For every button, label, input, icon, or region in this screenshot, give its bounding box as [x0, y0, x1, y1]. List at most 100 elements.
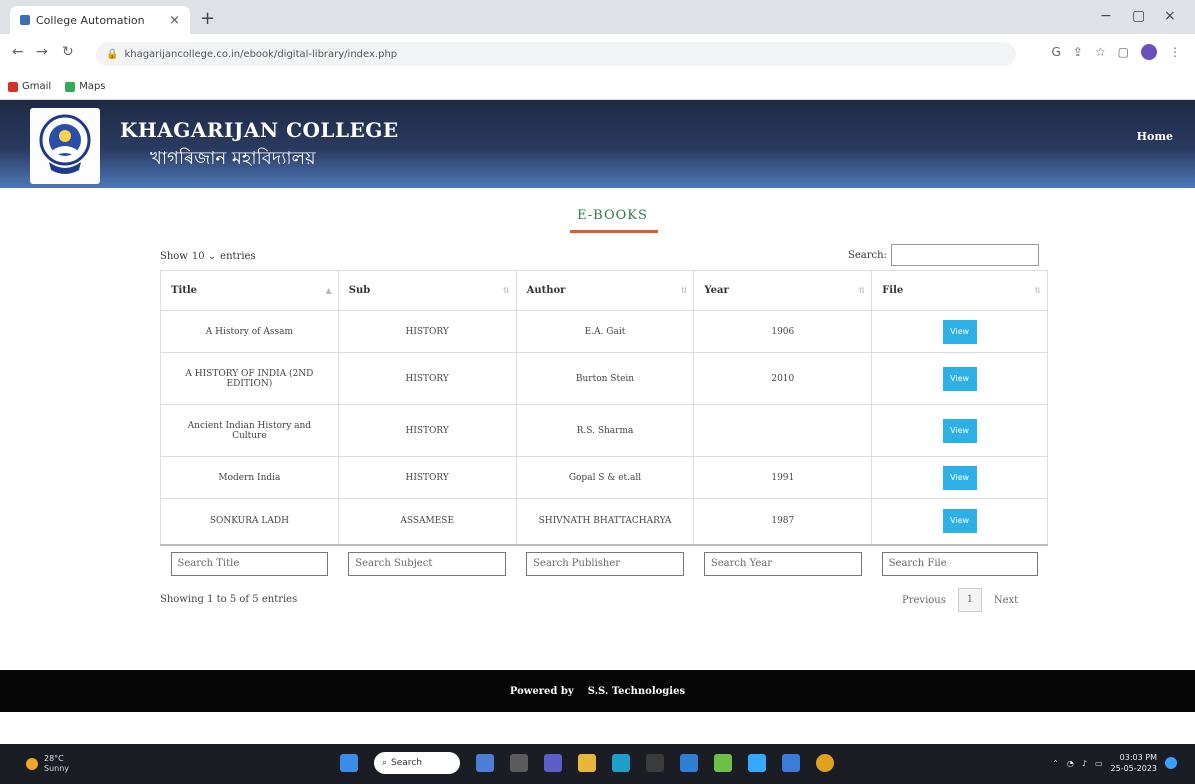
bookmark-star-icon[interactable]: ☆ — [1095, 45, 1106, 59]
reload-icon[interactable]: ↻ — [62, 44, 74, 60]
table-row: A HISTORY OF INDIA (2ND EDITION) HISTORY… — [160, 352, 1048, 405]
menu-kebab-icon[interactable]: ⋮ — [1169, 45, 1181, 59]
pagination: Previous 1 Next — [902, 588, 1018, 612]
view-button[interactable]: View — [942, 465, 977, 490]
sun-icon — [26, 758, 38, 770]
entries-per-page-select[interactable]: 10 ⌄ — [192, 251, 216, 262]
forward-arrow-icon[interactable]: → — [36, 44, 48, 60]
cell-author: R.S. Sharma — [515, 404, 695, 457]
tab-close-icon[interactable]: × — [169, 13, 180, 28]
weather-widget[interactable]: 28°C Sunny — [26, 754, 69, 774]
minimize-button[interactable]: − — [1100, 8, 1112, 24]
table-header-row: Title ▲ Sub ⇅ Author ⇅ Year ⇅ File ⇅ — [160, 270, 1048, 311]
company-name: S.S. Technologies — [587, 685, 686, 697]
cell-year: 1906 — [693, 310, 873, 353]
profile-avatar[interactable] — [1141, 44, 1157, 60]
bookmark-gmail[interactable]: Gmail — [8, 81, 51, 92]
nav-home-link[interactable]: Home — [1137, 130, 1173, 143]
column-header-year[interactable]: Year ⇅ — [693, 270, 873, 311]
search-publisher-input[interactable]: Search Publisher — [526, 552, 684, 576]
column-header-author[interactable]: Author ⇅ — [515, 270, 695, 311]
college-logo[interactable] — [30, 108, 100, 184]
restore-button[interactable]: ▢ — [1132, 8, 1145, 24]
back-arrow-icon[interactable]: ← — [12, 44, 24, 60]
toolbar-icons: G ⇪ ☆ ▢ ⋮ — [1052, 44, 1181, 60]
search-input[interactable] — [890, 244, 1039, 266]
close-window-button[interactable]: × — [1164, 8, 1176, 24]
view-button[interactable]: View — [942, 418, 977, 443]
cell-title: Modern India — [160, 456, 339, 499]
bookmarks-bar: Gmail Maps — [0, 74, 1195, 100]
chrome-icon[interactable] — [816, 754, 834, 772]
view-button[interactable]: View — [942, 509, 977, 534]
screen: College Automation × + − ▢ × ← → ↻ 🔒 kha… — [0, 0, 1195, 784]
next-button[interactable]: Next — [994, 595, 1018, 606]
cell-file: View — [871, 310, 1048, 353]
widgets-icon[interactable] — [510, 754, 528, 772]
cell-author: Burton Stein — [515, 352, 695, 405]
browser-tab-bar: College Automation × + − ▢ × — [0, 0, 1195, 34]
cell-file: View — [871, 498, 1048, 545]
table-row: A History of Assam HISTORY E.A. Gait 190… — [160, 310, 1048, 353]
windows-taskbar: 28°C Sunny ⌕ Search ⌃ ◔ ♪ ▭ 03:03 PM 25-… — [0, 744, 1195, 784]
clock[interactable]: 03:03 PM 25-05-2023 — [1111, 752, 1158, 774]
cell-sub: HISTORY — [337, 310, 517, 353]
address-bar[interactable]: 🔒 khagarijancollege.co.in/ebook/digital-… — [96, 42, 1016, 66]
search-year-input[interactable]: Search Year — [703, 552, 862, 576]
entries-label: entries — [220, 251, 256, 262]
search-file-input[interactable]: Search File — [881, 552, 1038, 576]
tab-title: College Automation — [36, 13, 145, 27]
cell-year: 1987 — [693, 498, 873, 545]
view-button[interactable]: View — [942, 319, 977, 344]
google-icon[interactable]: G — [1052, 45, 1061, 59]
chevron-up-icon[interactable]: ⌃ — [1052, 759, 1059, 768]
cell-title: Ancient Indian History and Culture — [160, 404, 339, 457]
search-subject-input[interactable]: Search Subject — [348, 552, 507, 576]
previous-button[interactable]: Previous — [902, 595, 946, 606]
college-emblem-icon — [39, 114, 91, 174]
store-icon[interactable] — [646, 754, 664, 772]
start-windows-icon[interactable] — [340, 754, 358, 772]
sort-arrow-icon: ▲ — [325, 285, 332, 295]
browser-tab[interactable]: College Automation × — [10, 6, 190, 34]
page-1-button[interactable]: 1 — [957, 588, 982, 612]
share-icon[interactable]: ⇪ — [1073, 45, 1083, 59]
powered-by-label: Powered by — [509, 685, 574, 697]
new-tab-button[interactable]: + — [200, 8, 215, 29]
sort-arrow-icon: ⇅ — [858, 285, 866, 295]
table-row: Modern India HISTORY Gopal S & et.all 19… — [160, 456, 1048, 499]
app-icon[interactable] — [782, 754, 800, 772]
taskbar-search[interactable]: ⌕ Search — [374, 752, 460, 774]
cell-title: SONKURA LADH — [160, 498, 339, 545]
column-header-file[interactable]: File ⇅ — [871, 270, 1048, 311]
sidebar-icon[interactable]: ▢ — [1118, 45, 1129, 59]
battery-icon[interactable]: ▭ — [1095, 759, 1103, 768]
bookmark-maps[interactable]: Maps — [65, 81, 106, 92]
college-name-assamese: খাগৰিজান মহাবিদ্যালয় — [150, 148, 316, 169]
cell-year: 2010 — [693, 352, 873, 405]
weather-desc: Sunny — [44, 764, 70, 773]
volume-icon[interactable]: ♪ — [1082, 759, 1087, 768]
app-icon[interactable] — [748, 754, 766, 772]
task-view-icon[interactable] — [476, 754, 494, 772]
view-button[interactable]: View — [942, 366, 977, 391]
taskbar-apps: ⌕ Search — [340, 752, 834, 774]
column-header-sub[interactable]: Sub ⇅ — [337, 270, 517, 311]
cell-year: 1991 — [693, 456, 873, 499]
app-icon[interactable] — [714, 754, 732, 772]
teams-icon[interactable] — [544, 754, 562, 772]
mail-icon[interactable] — [680, 754, 698, 772]
site-favicon-icon — [20, 15, 30, 25]
edge-icon[interactable] — [612, 754, 630, 772]
browser-toolbar: ← → ↻ 🔒 khagarijancollege.co.in/ebook/di… — [0, 34, 1195, 74]
search-icon: ⌕ — [382, 758, 388, 768]
wifi-icon[interactable]: ◔ — [1067, 759, 1074, 768]
column-header-title[interactable]: Title ▲ — [160, 270, 339, 311]
notification-icon[interactable] — [1165, 757, 1177, 769]
system-tray: ⌃ ◔ ♪ ▭ 03:03 PM 25-05-2023 — [1052, 752, 1177, 774]
file-explorer-icon[interactable] — [578, 754, 596, 772]
table-search: Search: — [848, 244, 1039, 266]
table-row: SONKURA LADH ASSAMESE SHIVNATH BHATTACHA… — [160, 498, 1048, 545]
cell-file: View — [871, 456, 1048, 499]
search-title-input[interactable]: Search Title — [170, 552, 329, 576]
